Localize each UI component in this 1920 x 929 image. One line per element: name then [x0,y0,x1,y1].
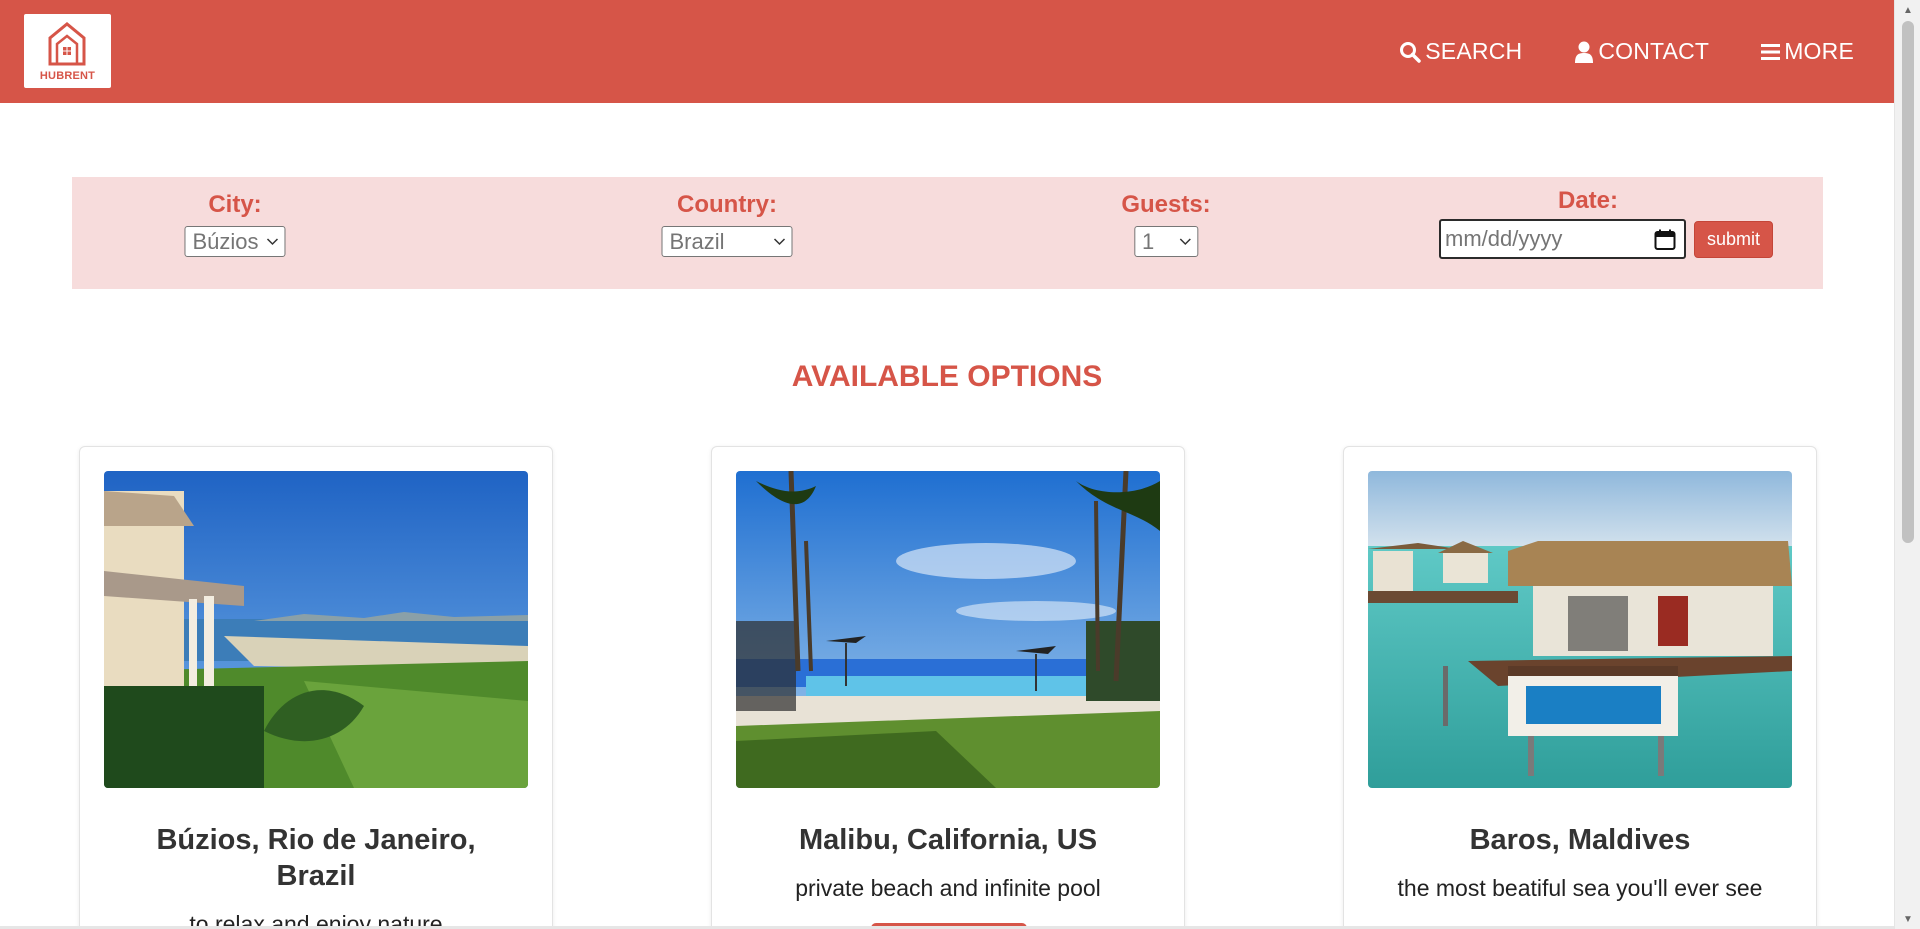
search-form: City: Búzios Country: Brazil Guests: 1 D… [72,177,1823,289]
guests-select[interactable]: 1 [1133,226,1198,257]
section-title: AVAILABLE OPTIONS [791,360,1103,393]
listing-card-baros: Baros, Maldives the most beatiful sea yo… [1343,446,1817,929]
date-field: Date: mm/dd/yyyy submit [1439,187,1774,259]
city-label: City: [208,191,262,218]
logo-text: HUBRENT [39,70,96,82]
date-placeholder: mm/dd/yyyy [1445,226,1563,251]
villa-photo [104,471,528,788]
search-icon [1400,41,1422,63]
nav-search-label: SEARCH [1425,38,1523,64]
guests-select-value: 1 [1141,229,1155,254]
listing-image-baros[interactable] [1368,471,1792,788]
listing-image-buzios[interactable] [104,471,528,788]
hubrent-logo[interactable]: HUBRENT [24,14,111,88]
submit-button[interactable]: submit [1694,220,1774,258]
vertical-scrollbar[interactable]: ▲ ▼ [1894,0,1920,929]
city-field: City: Búzios [184,191,286,257]
user-icon [1575,41,1594,63]
country-select-value: Brazil [669,229,725,254]
scroll-thumb[interactable] [1902,21,1914,543]
nav-contact-label: CONTACT [1598,38,1710,64]
date-label: Date: [1558,187,1619,214]
pool-photo [736,471,1160,788]
guests-label: Guests: [1121,191,1211,218]
calendar-icon[interactable] [1654,229,1676,251]
chevron-down-icon [773,238,786,246]
nav-more[interactable]: MORE [1761,38,1854,65]
top-nav: SEARCH CONTACT MORE [1399,38,1854,65]
date-row: mm/dd/yyyy submit [1439,219,1774,259]
listing-title: Malibu, California, US [798,824,1098,856]
header: HUBRENT SEARCH CONTACT MORE [0,0,1894,103]
listing-image-malibu[interactable] [736,471,1160,788]
date-input[interactable]: mm/dd/yyyy [1439,219,1686,259]
chevron-down-icon [1179,238,1191,246]
listing-description: the most beatiful sea you'll ever see [1397,875,1763,901]
scroll-up-arrow-icon[interactable]: ▲ [1895,0,1920,20]
listing-card-buzios: Búzios, Rio de Janeiro, Brazil to relax … [79,446,553,929]
nav-search[interactable]: SEARCH [1399,38,1522,65]
country-label: Country: [677,191,777,218]
city-select[interactable]: Búzios [184,226,286,257]
guests-field: Guests: 1 [1121,191,1211,257]
scroll-down-arrow-icon[interactable]: ▼ [1895,909,1920,929]
country-select[interactable]: Brazil [661,226,793,257]
house-logo-icon [48,22,86,66]
city-select-value: Búzios [192,229,259,254]
listing-description: private beach and infinite pool [795,875,1101,901]
nav-more-label: MORE [1784,38,1854,64]
nav-contact[interactable]: CONTACT [1574,38,1709,65]
menu-icon [1761,43,1781,60]
listing-title: Búzios, Rio de Janeiro, Brazil [156,824,476,892]
listing-card-malibu: Malibu, California, US private beach and… [711,446,1185,929]
chevron-down-icon [266,238,279,246]
overwater-villa-photo [1368,471,1792,788]
listing-title: Baros, Maldives [1469,824,1691,856]
country-field: Country: Brazil [661,191,793,257]
